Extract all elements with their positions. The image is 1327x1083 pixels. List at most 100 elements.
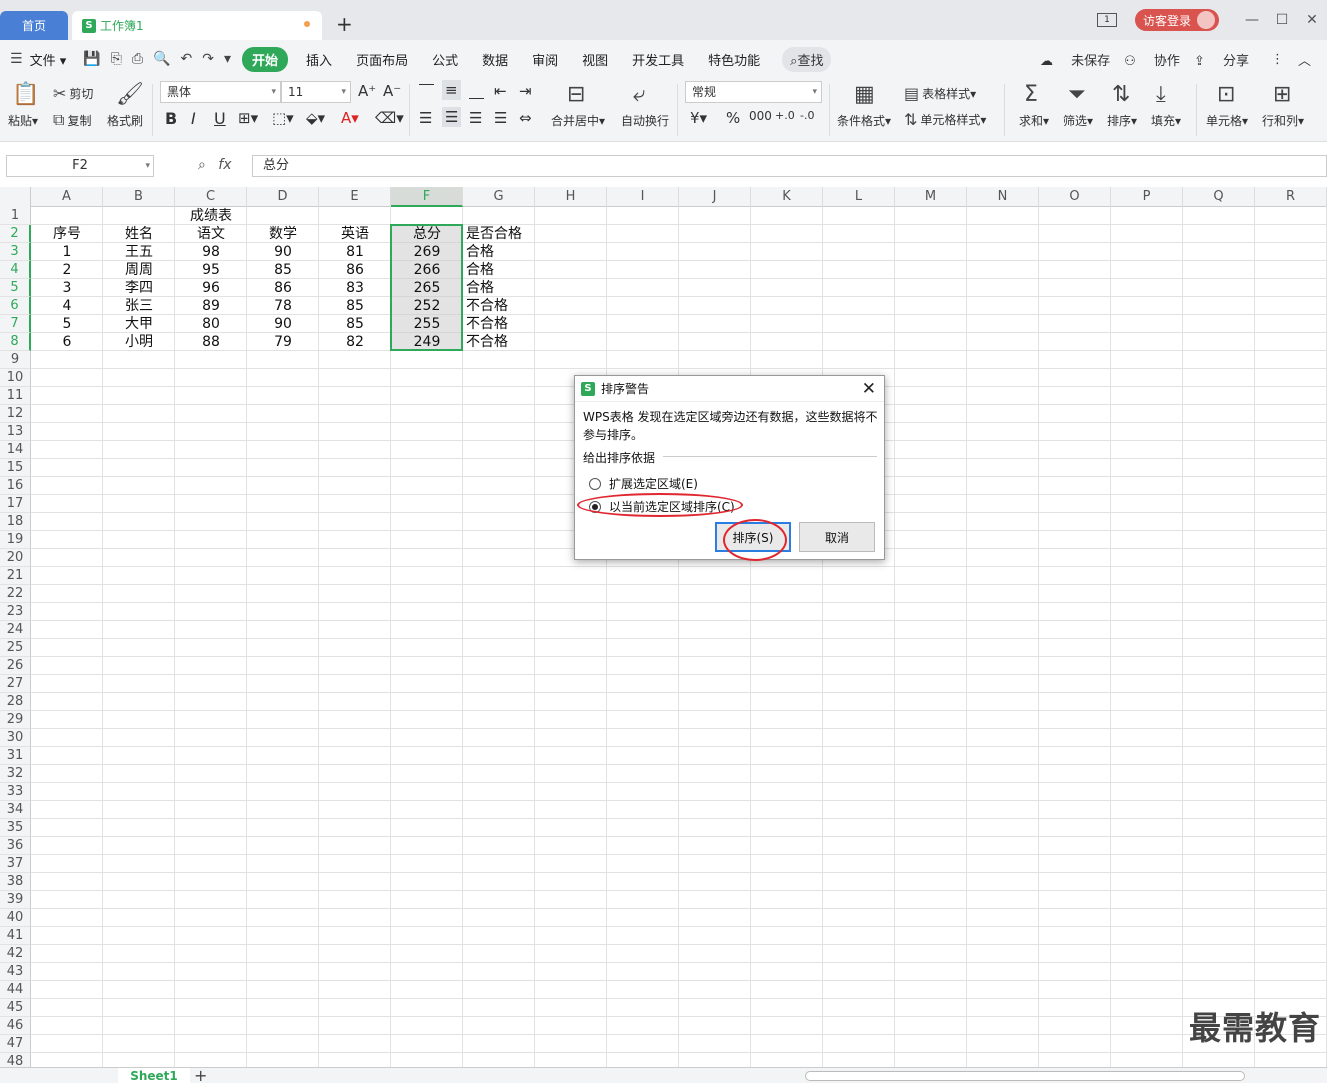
column-header-j[interactable]: J [679, 187, 751, 207]
row-header-2[interactable]: 2 [0, 225, 31, 243]
justify-icon[interactable]: ☰ [494, 109, 507, 127]
name-box[interactable]: F2 ▾ [6, 155, 154, 177]
header-cell-d[interactable]: 数学 [247, 225, 319, 243]
close-icon[interactable]: ✕ [862, 379, 876, 399]
row-header-43[interactable]: 43 [0, 963, 31, 981]
row-header-26[interactable]: 26 [0, 657, 31, 675]
column-header-e[interactable]: E [319, 187, 391, 207]
data-cell-a8[interactable]: 6 [31, 333, 103, 351]
decrease-indent-icon[interactable]: ⇤ [494, 82, 507, 100]
collaborate-button[interactable]: ⚇ 协作 [1124, 50, 1180, 69]
close-window-icon[interactable]: ✕ [1297, 12, 1327, 28]
row-header-31[interactable]: 31 [0, 747, 31, 765]
increase-font-icon[interactable]: A⁺ [358, 82, 376, 100]
header-cell-a[interactable]: 序号 [31, 225, 103, 243]
menu-home[interactable]: 开始 [242, 46, 289, 72]
hamburger-menu-icon[interactable]: ☰ [10, 51, 23, 67]
data-cell-d6[interactable]: 78 [247, 297, 319, 315]
radio-button-checked[interactable] [589, 500, 601, 513]
save-icon[interactable]: 💾 [83, 51, 100, 67]
data-cell-c7[interactable]: 80 [175, 315, 247, 333]
menu-page-layout[interactable]: 页面布局 [356, 50, 408, 69]
fill-color-icon[interactable]: ⬙▾ [306, 109, 325, 127]
select-all-corner[interactable] [0, 187, 31, 207]
table-style-button[interactable]: ▤ 表格样式 ▾ [904, 84, 976, 103]
zoom-icon[interactable]: ⌕ [198, 157, 206, 173]
row-header-11[interactable]: 11 [0, 387, 31, 405]
data-cell-f5[interactable]: 265 [391, 279, 463, 297]
data-cell-a3[interactable]: 1 [31, 243, 103, 261]
data-cell-f3[interactable]: 269 [391, 243, 463, 261]
print-preview-icon[interactable]: 🔍 [153, 51, 170, 67]
sort-button[interactable]: 排序(S) [715, 522, 791, 552]
percent-icon[interactable]: % [726, 109, 740, 127]
fill-button[interactable]: 填充 ▾ [1151, 112, 1181, 129]
header-cell-f[interactable]: 总分 [391, 225, 463, 243]
formula-input[interactable]: 总分 [252, 155, 1327, 177]
data-cell-e6[interactable]: 85 [319, 297, 391, 315]
data-cell-a6[interactable]: 4 [31, 297, 103, 315]
radio-current-selection[interactable]: 以当前选定区域排序(C) [589, 498, 735, 515]
row-header-47[interactable]: 47 [0, 1035, 31, 1053]
column-header-n[interactable]: N [967, 187, 1039, 207]
row-col-button[interactable]: 行和列 ▾ [1262, 112, 1304, 129]
menu-view[interactable]: 视图 [582, 50, 608, 69]
row-header-6[interactable]: 6 [0, 297, 31, 315]
menu-review[interactable]: 审阅 [532, 50, 558, 69]
data-cell-f7[interactable]: 255 [391, 315, 463, 333]
customize-toolbar-icon[interactable]: ▾ [224, 51, 231, 67]
column-header-d[interactable]: D [247, 187, 319, 207]
row-header-28[interactable]: 28 [0, 693, 31, 711]
row-header-7[interactable]: 7 [0, 315, 31, 333]
sum-button[interactable]: 求和 ▾ [1019, 112, 1049, 129]
row-header-44[interactable]: 44 [0, 981, 31, 999]
align-top-icon[interactable]: ⎺ [419, 82, 434, 100]
data-cell-c3[interactable]: 98 [175, 243, 247, 261]
row-header-32[interactable]: 32 [0, 765, 31, 783]
header-cell-b[interactable]: 姓名 [103, 225, 175, 243]
data-cell-g7[interactable]: 不合格 [463, 315, 535, 333]
row-header-14[interactable]: 14 [0, 441, 31, 459]
font-size-select[interactable]: 11 ▾ [281, 81, 351, 103]
data-cell-e4[interactable]: 86 [319, 261, 391, 279]
menu-data[interactable]: 数据 [482, 50, 508, 69]
data-cell-g8[interactable]: 不合格 [463, 333, 535, 351]
data-cell-f6[interactable]: 252 [391, 297, 463, 315]
cell-button[interactable]: 单元格 ▾ [1206, 112, 1248, 129]
increase-decimal-icon[interactable]: +.0 [775, 109, 795, 122]
data-cell-g4[interactable]: 合格 [463, 261, 535, 279]
wrap-text-icon[interactable]: ⤶ [633, 82, 645, 107]
conditional-format-button[interactable]: 条件格式 ▾ [837, 112, 891, 129]
row-header-39[interactable]: 39 [0, 891, 31, 909]
menu-file[interactable]: 文件 ▾ [30, 50, 67, 69]
data-cell-c5[interactable]: 96 [175, 279, 247, 297]
paste-button[interactable]: 粘贴 ▾ [8, 112, 38, 129]
column-header-h[interactable]: H [535, 187, 607, 207]
row-header-37[interactable]: 37 [0, 855, 31, 873]
row-header-42[interactable]: 42 [0, 945, 31, 963]
row-header-10[interactable]: 10 [0, 369, 31, 387]
data-cell-d5[interactable]: 86 [247, 279, 319, 297]
fx-icon[interactable]: fx [218, 157, 231, 173]
tab-home[interactable]: 首页 [0, 11, 68, 40]
undo-icon[interactable]: ↶ [181, 51, 193, 67]
header-cell-e[interactable]: 英语 [319, 225, 391, 243]
row-header-34[interactable]: 34 [0, 801, 31, 819]
collapse-ribbon-icon[interactable]: ︿ [1298, 50, 1311, 69]
maximize-icon[interactable]: ☐ [1267, 12, 1297, 28]
align-right-icon[interactable]: ☰ [469, 109, 482, 127]
data-cell-b4[interactable]: 周周 [103, 261, 175, 279]
currency-icon[interactable]: ¥▾ [690, 109, 707, 127]
row-header-21[interactable]: 21 [0, 567, 31, 585]
horizontal-scrollbar[interactable] [805, 1071, 1245, 1081]
column-header-f[interactable]: F [391, 187, 463, 207]
data-cell-c8[interactable]: 88 [175, 333, 247, 351]
sheet-title-cell[interactable]: 成绩表 [31, 207, 391, 225]
row-header-16[interactable]: 16 [0, 477, 31, 495]
font-name-select[interactable]: 黑体 ▾ [160, 81, 281, 103]
border-icon[interactable]: ⊞▾ [238, 109, 258, 127]
tab-document[interactable]: S 工作簿1 [72, 11, 322, 40]
merge-center-icon[interactable]: ⊟ [567, 82, 585, 107]
decrease-decimal-icon[interactable]: -.0 [800, 109, 814, 122]
increase-indent-icon[interactable]: ⇥ [519, 82, 532, 100]
